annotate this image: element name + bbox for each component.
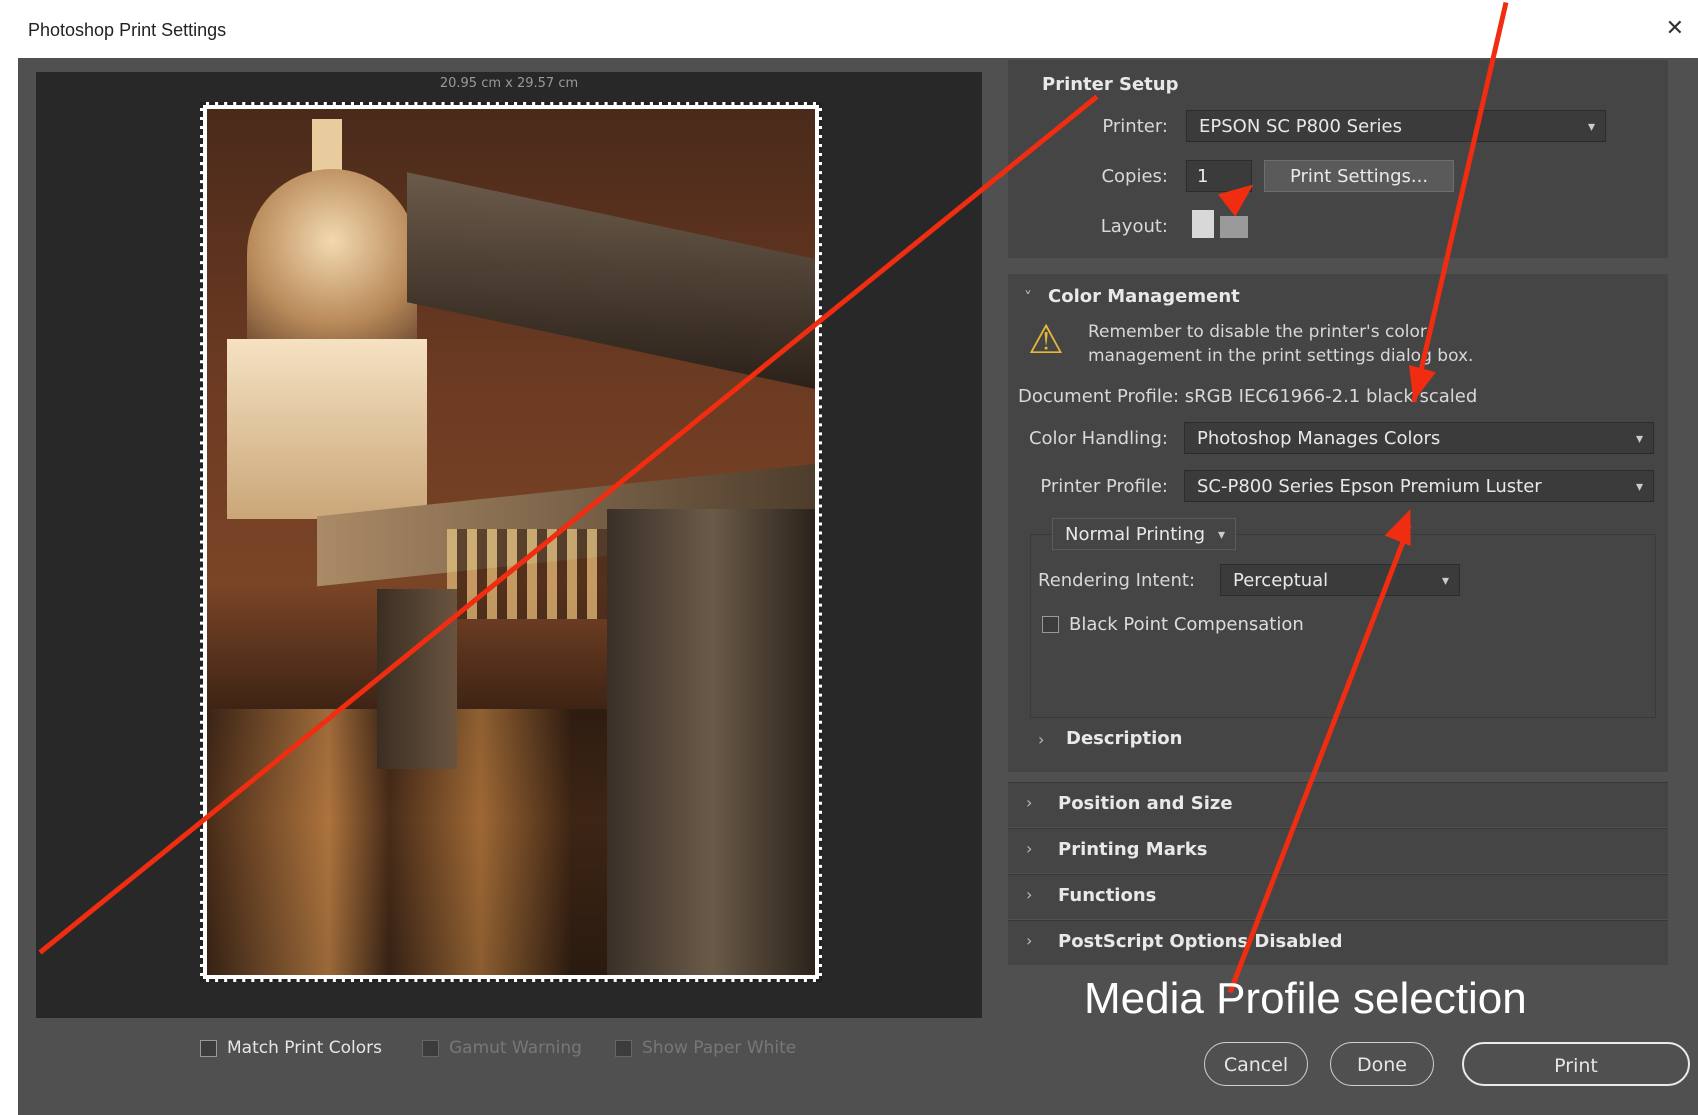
printer-select[interactable]: EPSON SC P800 Series ▾ xyxy=(1186,110,1606,142)
show-paper-white-option: Show Paper White xyxy=(615,1038,796,1058)
chevron-down-icon: ▾ xyxy=(1587,119,1595,135)
chevron-down-icon: ▾ xyxy=(1635,479,1643,495)
chevron-right-icon: › xyxy=(1026,931,1033,950)
black-point-compensation-checkbox[interactable] xyxy=(1042,616,1059,633)
chevron-down-icon[interactable]: ˅ xyxy=(1024,288,1032,307)
print-settings-button[interactable]: Print Settings... xyxy=(1264,160,1454,192)
warning-line-2: management in the print settings dialog … xyxy=(1088,346,1474,366)
black-point-compensation-label: Black Point Compensation xyxy=(1069,614,1304,635)
printer-label: Printer: xyxy=(1102,116,1168,137)
printer-value: EPSON SC P800 Series xyxy=(1199,116,1403,137)
printing-marks-section[interactable]: › Printing Marks xyxy=(1008,828,1668,873)
warning-line-1: Remember to disable the printer's color xyxy=(1088,322,1427,342)
chevron-down-icon: ▾ xyxy=(1635,431,1643,447)
show-paper-white-label: Show Paper White xyxy=(642,1038,797,1058)
gamut-warning-option: Gamut Warning xyxy=(422,1038,582,1058)
printer-setup-section: Printer Setup Printer: EPSON SC P800 Ser… xyxy=(1008,60,1668,258)
functions-section[interactable]: › Functions xyxy=(1008,874,1668,919)
gamut-warning-label: Gamut Warning xyxy=(449,1038,582,1058)
position-size-section[interactable]: › Position and Size xyxy=(1008,782,1668,827)
postscript-options-section[interactable]: › PostScript Options Disabled xyxy=(1008,920,1668,965)
warning-message: Remember to disable the printer's color … xyxy=(1088,320,1473,368)
color-handling-label: Color Handling: xyxy=(1028,428,1168,449)
show-paper-white-checkbox xyxy=(615,1039,632,1057)
paper-preview[interactable] xyxy=(200,102,822,982)
copies-label: Copies: xyxy=(1101,166,1168,187)
photo-preview-image xyxy=(207,109,815,975)
rendering-intent-select[interactable]: Perceptual ▾ xyxy=(1220,564,1460,596)
match-print-colors-checkbox[interactable] xyxy=(200,1039,217,1057)
description-toggle[interactable]: Description xyxy=(1066,728,1182,749)
printer-setup-title: Printer Setup xyxy=(1042,74,1179,95)
portrait-layout-icon[interactable] xyxy=(1192,210,1214,238)
color-handling-value: Photoshop Manages Colors xyxy=(1197,428,1441,449)
print-button[interactable]: Print xyxy=(1462,1042,1690,1086)
rendering-intent-value: Perceptual xyxy=(1233,570,1329,591)
color-management-title: Color Management xyxy=(1048,286,1240,307)
color-handling-select[interactable]: Photoshop Manages Colors ▾ xyxy=(1184,422,1654,454)
settings-panel: Printer Setup Printer: EPSON SC P800 Ser… xyxy=(1000,60,1680,1060)
color-management-section: ˅ Color Management ⚠ Remember to disable… xyxy=(1008,274,1668,772)
match-print-colors-option[interactable]: Match Print Colors xyxy=(200,1038,382,1058)
normal-printing-select[interactable]: Normal Printing ▾ xyxy=(1052,518,1236,550)
window-title: Photoshop Print Settings xyxy=(28,20,227,40)
postscript-options-label: PostScript Options Disabled xyxy=(1058,931,1343,952)
printer-profile-value: SC-P800 Series Epson Premium Luster xyxy=(1197,476,1542,497)
cancel-button[interactable]: Cancel xyxy=(1204,1042,1308,1086)
warning-icon: ⚠ xyxy=(1028,317,1064,363)
chevron-right-icon: › xyxy=(1026,839,1033,858)
normal-printing-value: Normal Printing xyxy=(1065,524,1206,545)
window-titlebar: Photoshop Print Settings ✕ xyxy=(0,0,1698,66)
paper-size-label: 20.95 cm x 29.57 cm xyxy=(439,76,579,91)
rendering-intent-label: Rendering Intent: xyxy=(1038,570,1196,591)
landscape-layout-icon[interactable] xyxy=(1220,216,1248,238)
close-icon[interactable]: ✕ xyxy=(1666,16,1684,41)
functions-label: Functions xyxy=(1058,885,1157,906)
printer-profile-select[interactable]: SC-P800 Series Epson Premium Luster ▾ xyxy=(1184,470,1654,502)
chevron-right-icon[interactable]: › xyxy=(1038,730,1044,749)
printing-marks-label: Printing Marks xyxy=(1058,839,1208,860)
chevron-right-icon: › xyxy=(1026,885,1033,904)
position-size-label: Position and Size xyxy=(1058,793,1233,814)
media-profile-annotation: Media Profile selection xyxy=(1084,974,1527,1023)
layout-label: Layout: xyxy=(1100,216,1168,237)
chevron-right-icon: › xyxy=(1026,793,1033,812)
black-point-compensation-option[interactable]: Black Point Compensation xyxy=(1042,614,1304,635)
match-print-colors-label: Match Print Colors xyxy=(227,1038,383,1058)
chevron-down-icon: ▾ xyxy=(1441,573,1449,589)
done-button[interactable]: Done xyxy=(1330,1042,1434,1086)
gamut-warning-checkbox xyxy=(422,1039,439,1057)
printer-profile-label: Printer Profile: xyxy=(1040,476,1168,497)
chevron-down-icon: ▾ xyxy=(1217,527,1225,543)
